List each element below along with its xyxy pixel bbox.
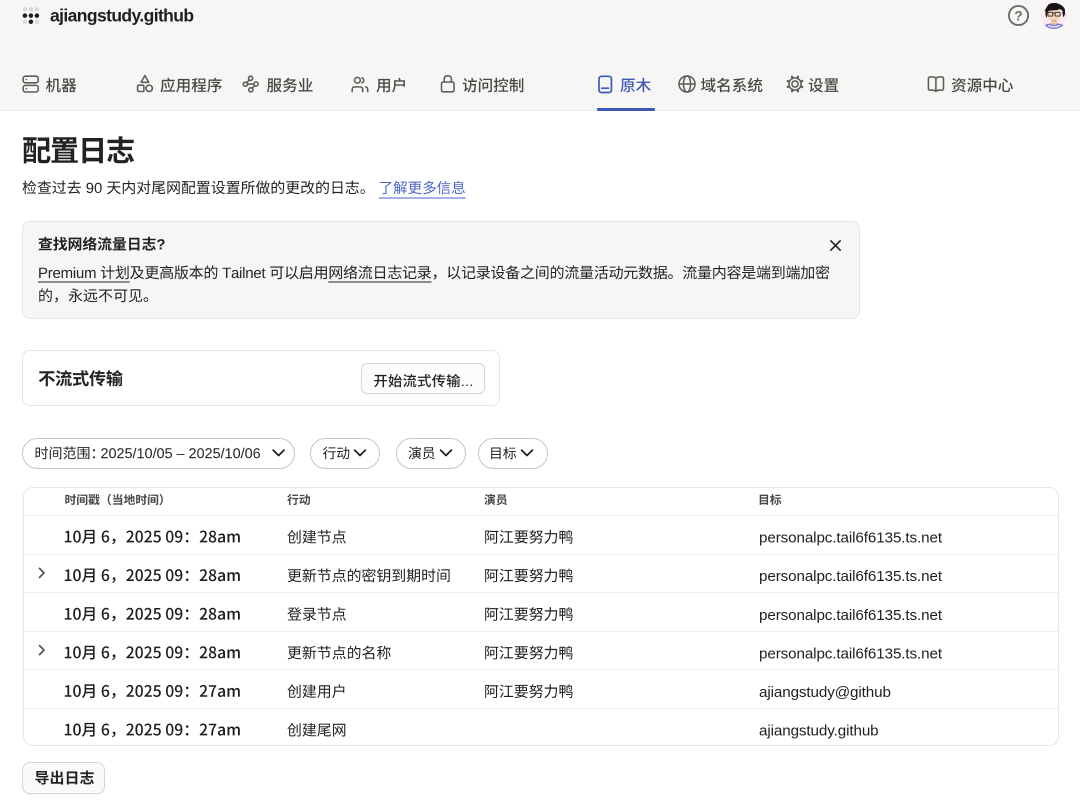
svg-text:?: ? [1014, 8, 1022, 23]
svg-text:personalpc.tail6f6135.ts.net: personalpc.tail6f6135.ts.net [759, 645, 943, 662]
svg-text:ajiangstudy.github: ajiangstudy.github [759, 723, 879, 740]
svg-text:ajiangstudy.github: ajiangstudy.github [50, 6, 193, 26]
svg-text:ajiangstudy@github: ajiangstudy@github [759, 684, 891, 701]
svg-text:personalpc.tail6f6135.ts.net: personalpc.tail6f6135.ts.net [759, 568, 943, 585]
svg-text:personalpc.tail6f6135.ts.net: personalpc.tail6f6135.ts.net [759, 607, 943, 624]
svg-text:personalpc.tail6f6135.ts.net: personalpc.tail6f6135.ts.net [759, 530, 943, 547]
